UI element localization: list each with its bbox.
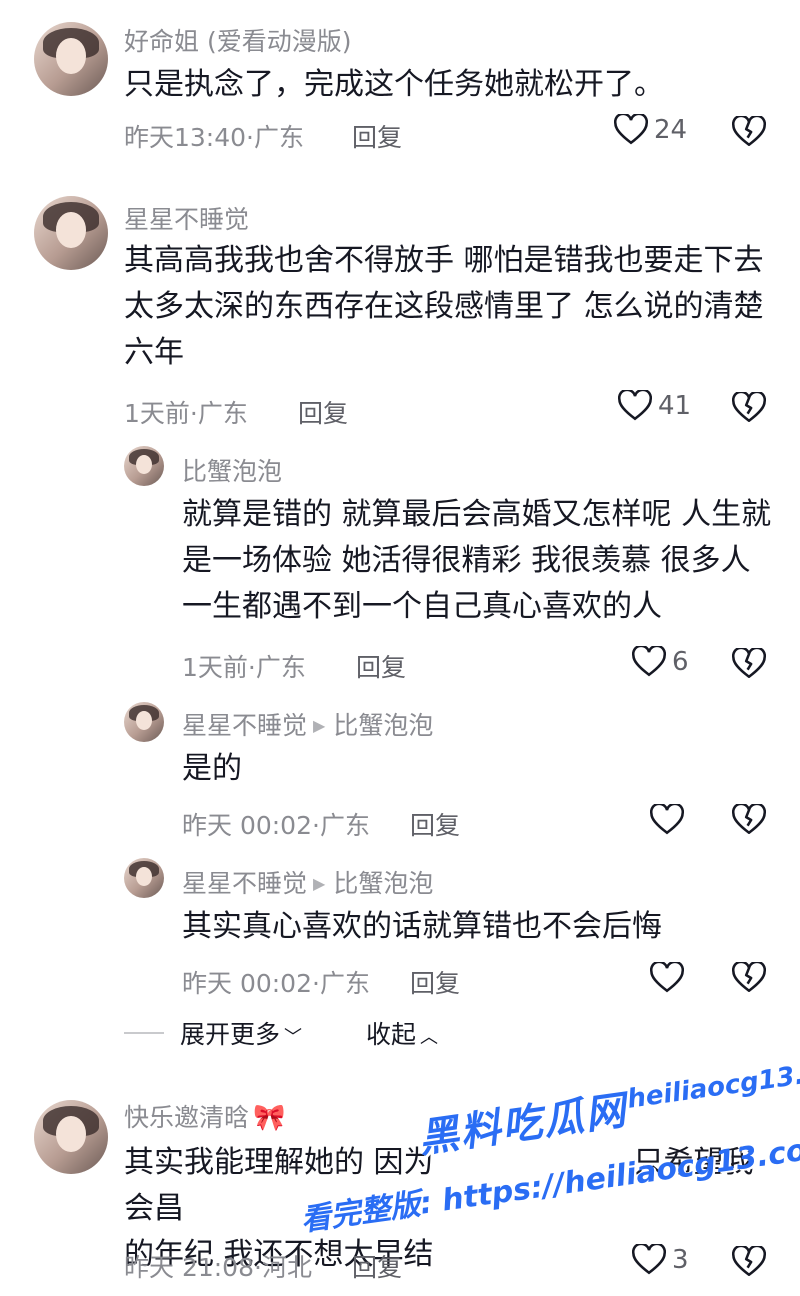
avatar[interactable] (124, 858, 164, 898)
broken-heart-icon (731, 390, 767, 423)
bow-emoji: 🎀 (253, 1103, 286, 1133)
avatar[interactable] (34, 196, 108, 270)
triangle-right-icon: ▶ (313, 716, 326, 735)
dislike-button[interactable] (731, 114, 767, 152)
reply-text: 就算是错的 就算最后会高婚又怎样呢 人生就 是一场体验 她活得很精彩 我很羡慕 … (182, 497, 772, 624)
broken-heart-icon (731, 1244, 767, 1277)
comment-text: 其高高我我也舍不得放手 哪怕是错我也要走下去 太多太深的东西存在这段感情里了 怎… (124, 243, 764, 370)
thread-controls: 展开更多 ﹀ 收起 ︿ (124, 1015, 438, 1051)
comment: 好命姐 (爱看动漫版) 只是执念了，完成这个任务她就松开了。 昨天13:40·广… (0, 0, 800, 170)
username[interactable]: 比蟹泡泡 (182, 452, 282, 488)
like-count: 3 (672, 1245, 689, 1275)
comment: 星星不睡觉 其高高我我也舍不得放手 哪怕是错我也要走下去 太多太深的东西存在这段… (0, 190, 800, 1050)
like-count: 6 (672, 647, 689, 677)
comment-text: 只是执念了，完成这个任务她就松开了。 (124, 67, 664, 102)
username[interactable]: 星星不睡觉 ▶ 比蟹泡泡 (182, 864, 433, 900)
avatar[interactable] (124, 446, 164, 486)
heart-outline-icon (650, 962, 684, 993)
username[interactable]: 星星不睡觉 (124, 200, 249, 236)
username[interactable]: 快乐邀清晗 🎀 (124, 1098, 285, 1134)
reply-meta: 昨天 00:02·广东 (182, 969, 370, 998)
reply-button[interactable]: 回复 (410, 806, 460, 842)
reply-button[interactable]: 回复 (298, 394, 348, 430)
like-button[interactable] (650, 804, 690, 836)
like-button[interactable]: 3 (632, 1244, 689, 1276)
like-button[interactable] (650, 962, 690, 994)
like-count: 24 (654, 115, 688, 145)
heart-outline-icon (632, 1244, 666, 1275)
broken-heart-icon (731, 960, 767, 993)
reply-meta: 1天前·广东 (182, 653, 306, 682)
broken-heart-icon (731, 802, 767, 835)
username[interactable]: 好命姐 (爱看动漫版) (124, 22, 351, 58)
expand-more-button[interactable]: 展开更多 ﹀ (180, 1015, 302, 1051)
comment: 快乐邀清晗 🎀 其实我能理解她的 因为 只希望我会昌 的年纪 我还不想太早结 昨天 … (0, 1090, 800, 1296)
reply-button[interactable]: 回复 (410, 964, 460, 1000)
reply-text: 是的 (182, 751, 242, 786)
broken-heart-icon (731, 646, 767, 679)
avatar[interactable] (124, 702, 164, 742)
reply-text: 其实真心喜欢的话就算错也不会后悔 (182, 909, 662, 944)
avatar[interactable] (34, 1100, 108, 1174)
like-count: 41 (658, 391, 692, 421)
heart-outline-icon (614, 114, 648, 145)
dislike-button[interactable] (731, 646, 767, 684)
avatar[interactable] (34, 22, 108, 96)
like-button[interactable]: 6 (632, 646, 689, 678)
like-button[interactable]: 24 (614, 114, 687, 146)
comment-meta: 昨天 21:08·河北 (124, 1253, 312, 1282)
dislike-button[interactable] (731, 960, 767, 998)
triangle-right-icon: ▶ (313, 874, 326, 893)
heart-outline-icon (650, 804, 684, 835)
collapse-button[interactable]: 收起 ︿ (366, 1015, 438, 1051)
reply-button[interactable]: 回复 (352, 118, 402, 154)
reply-button[interactable]: 回复 (356, 648, 406, 684)
reply-button[interactable]: 回复 (352, 1248, 402, 1284)
dislike-button[interactable] (731, 390, 767, 428)
dislike-button[interactable] (731, 802, 767, 840)
comment-meta: 昨天13:40·广东 (124, 123, 304, 152)
reply-to-username[interactable]: 比蟹泡泡 (333, 869, 433, 898)
like-button[interactable]: 41 (618, 390, 691, 422)
reply-meta: 昨天 00:02·广东 (182, 811, 370, 840)
username[interactable]: 星星不睡觉 ▶ 比蟹泡泡 (182, 706, 433, 742)
heart-outline-icon (618, 390, 652, 421)
broken-heart-icon (731, 114, 767, 147)
reply-to-username[interactable]: 比蟹泡泡 (333, 711, 433, 740)
heart-outline-icon (632, 646, 666, 677)
divider (124, 1032, 164, 1034)
dislike-button[interactable] (731, 1244, 767, 1282)
chevron-up-icon: ︿ (420, 1027, 439, 1048)
chevron-down-icon: ﹀ (284, 1027, 303, 1048)
comment-meta: 1天前·广东 (124, 399, 248, 428)
